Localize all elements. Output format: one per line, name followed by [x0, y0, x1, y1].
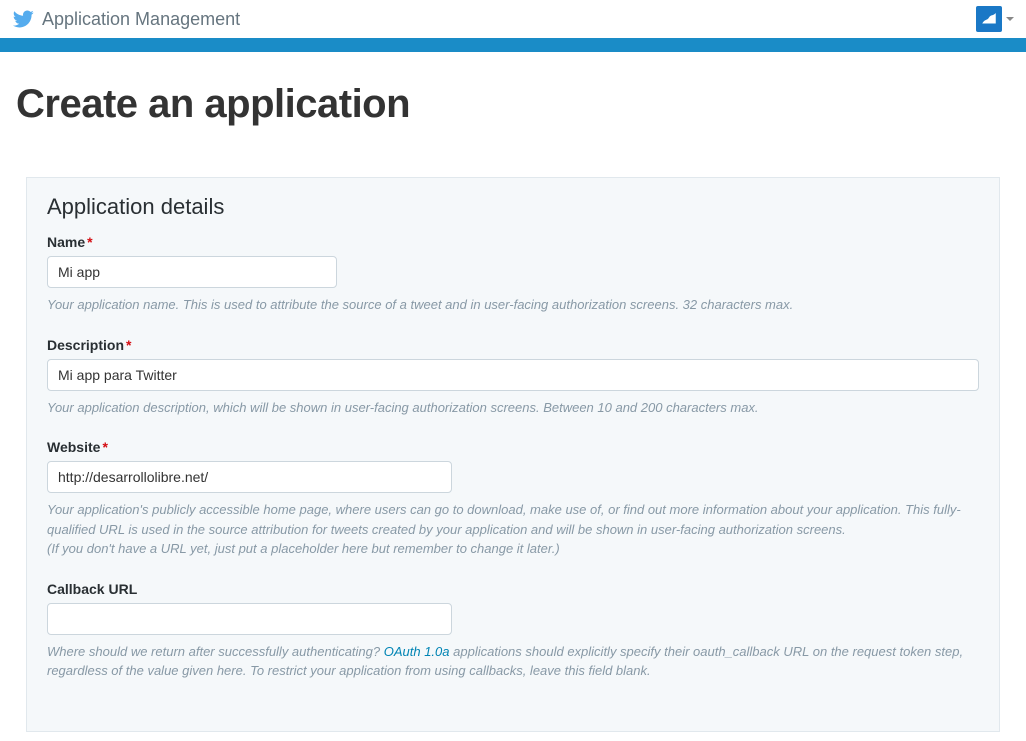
- website-help: Your application's publicly accessible h…: [47, 500, 979, 559]
- callback-help: Where should we return after successfull…: [47, 642, 979, 681]
- page-title: Create an application: [16, 82, 1010, 127]
- description-label: Description*: [47, 337, 979, 353]
- form-group-description: Description* Your application descriptio…: [47, 337, 979, 418]
- required-asterisk: *: [102, 439, 107, 455]
- topbar-title[interactable]: Application Management: [42, 9, 240, 30]
- name-label-text: Name: [47, 234, 85, 250]
- form-group-callback: Callback URL Where should we return afte…: [47, 581, 979, 681]
- required-asterisk: *: [87, 234, 92, 250]
- name-help: Your application name. This is used to a…: [47, 295, 979, 315]
- form-group-name: Name* Your application name. This is use…: [47, 234, 979, 315]
- topbar: Application Management: [0, 0, 1026, 38]
- description-input[interactable]: [47, 359, 979, 391]
- oauth-link[interactable]: OAuth 1.0a: [384, 644, 450, 659]
- page-content: Create an application Application detail…: [0, 52, 1026, 732]
- callback-help-before: Where should we return after successfull…: [47, 644, 384, 659]
- header-accent-bar: [0, 38, 1026, 52]
- name-label: Name*: [47, 234, 979, 250]
- required-asterisk: *: [126, 337, 131, 353]
- name-input[interactable]: [47, 256, 337, 288]
- avatar: [976, 6, 1002, 32]
- website-label-text: Website: [47, 439, 100, 455]
- website-input[interactable]: [47, 461, 452, 493]
- application-details-panel: Application details Name* Your applicati…: [26, 177, 1000, 732]
- topbar-left: Application Management: [12, 8, 240, 30]
- callback-label: Callback URL: [47, 581, 979, 597]
- description-help: Your application description, which will…: [47, 398, 979, 418]
- description-label-text: Description: [47, 337, 124, 353]
- form-group-website: Website* Your application's publicly acc…: [47, 439, 979, 559]
- panel-heading: Application details: [47, 194, 979, 220]
- callback-label-text: Callback URL: [47, 581, 137, 597]
- website-help-line1: Your application's publicly accessible h…: [47, 502, 961, 537]
- website-help-line2: (If you don't have a URL yet, just put a…: [47, 541, 560, 556]
- twitter-bird-icon[interactable]: [12, 8, 34, 30]
- callback-input[interactable]: [47, 603, 452, 635]
- user-menu[interactable]: [976, 6, 1014, 32]
- chevron-down-icon: [1006, 17, 1014, 21]
- website-label: Website*: [47, 439, 979, 455]
